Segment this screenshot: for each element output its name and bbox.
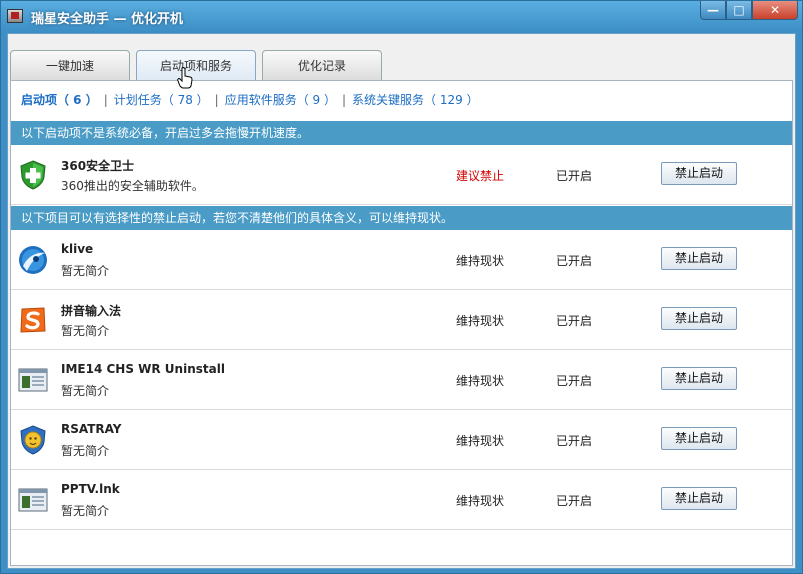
startup-row: IME14 CHS WR Uninstall 暂无简介 维持现状 已开启 禁止启… (11, 350, 792, 410)
item-description: 暂无简介 (61, 504, 110, 518)
item-name: 拼音输入法 (61, 304, 122, 318)
item-status: 已开启 (556, 254, 593, 268)
rising-lion-icon (20, 425, 46, 455)
minimize-button[interactable]: — (700, 1, 726, 20)
window-title: 瑞星安全助手 — 优化开机 (31, 12, 184, 27)
item-status: 已开启 (556, 374, 593, 388)
item-description: 360推出的安全辅助软件。 (61, 179, 204, 193)
app-window-icon (18, 368, 48, 392)
sogou-icon (20, 307, 46, 333)
startup-row: RSATRAY 暂无简介 维持现状 已开启 禁止启动 (11, 410, 792, 470)
item-status: 已开启 (556, 434, 593, 448)
maximize-button[interactable]: □ (726, 1, 752, 20)
item-advice: 维持现状 (456, 254, 505, 268)
startup-row: klive 暂无简介 维持现状 已开启 禁止启动 (11, 230, 792, 290)
app-window-icon (18, 488, 48, 512)
item-description: 暂无简介 (61, 264, 110, 278)
shield-plus-icon (20, 160, 46, 190)
item-status: 已开启 (556, 314, 593, 328)
tab-startup-services[interactable]: 启动项和服务 (136, 50, 256, 81)
disable-startup-button[interactable]: 禁止启动 (661, 162, 737, 185)
window-controls: — □ ✕ (700, 1, 798, 20)
startup-row: PPTV.lnk 暂无简介 维持现状 已开启 禁止启动 (11, 470, 792, 530)
disable-startup-button[interactable]: 禁止启动 (661, 487, 737, 510)
item-status: 已开启 (556, 494, 593, 508)
item-advice: 维持现状 (456, 434, 505, 448)
item-name: 360安全卫士 (61, 159, 135, 173)
subnav-separator: | (341, 92, 347, 107)
tab-bar: 一键加速 启动项和服务 优化记录 (10, 50, 382, 81)
klive-icon (19, 246, 47, 274)
subnav-separator: | (103, 92, 108, 107)
tab-one-click-speedup[interactable]: 一键加速 (10, 50, 130, 80)
startup-row: 360安全卫士 360推出的安全辅助软件。 建议禁止 已开启 禁止启动 (11, 145, 792, 205)
disable-startup-button[interactable]: 禁止启动 (661, 307, 737, 330)
title-bar[interactable]: 瑞星安全助手 — 优化开机 — □ ✕ (1, 1, 802, 33)
hand-cursor-icon (177, 67, 193, 89)
startup-row: 拼音输入法 暂无简介 维持现状 已开启 禁止启动 (11, 290, 792, 350)
item-status: 已开启 (556, 169, 593, 183)
tab-content: 启动项（ 6 ） | 计划任务（ 78 ） | 应用软件服务（ 9 ） | 系统… (10, 80, 793, 566)
subnav-scheduled-tasks[interactable]: 计划任务（ 78 ） (114, 91, 209, 108)
tab-optimize-history[interactable]: 优化记录 (262, 50, 382, 80)
disable-startup-button[interactable]: 禁止启动 (661, 247, 737, 270)
subnav-system-services[interactable]: 系统关键服务（ 129 ） (352, 91, 479, 108)
app-logo-icon (7, 9, 23, 23)
subnav-app-services[interactable]: 应用软件服务（ 9 ） (225, 91, 336, 108)
banner-unnecessary: 以下启动项不是系统必备，开启过多会拖慢开机速度。 (11, 121, 792, 145)
app-window: 瑞星安全助手 — 优化开机 — □ ✕ 一键加速 启动项和服务 优化记录 启动项… (0, 0, 803, 574)
item-name: RSATRAY (61, 422, 122, 436)
disable-startup-button[interactable]: 禁止启动 (661, 367, 737, 390)
item-advice: 建议禁止 (456, 169, 505, 183)
item-description: 暂无简介 (61, 444, 110, 458)
disable-startup-button[interactable]: 禁止启动 (661, 427, 737, 450)
item-description: 暂无简介 (61, 384, 110, 398)
subnav-separator: | (214, 92, 219, 107)
item-description: 暂无简介 (61, 324, 110, 338)
client-area: 一键加速 启动项和服务 优化记录 启动项（ 6 ） | 计划任务（ 78 ） |… (7, 33, 796, 569)
item-name: PPTV.lnk (61, 482, 120, 496)
item-advice: 维持现状 (456, 314, 505, 328)
sub-navigation: 启动项（ 6 ） | 计划任务（ 78 ） | 应用软件服务（ 9 ） | 系统… (21, 91, 479, 108)
subnav-startup-items[interactable]: 启动项（ 6 ） (21, 91, 98, 108)
item-name: IME14 CHS WR Uninstall (61, 362, 225, 376)
item-advice: 维持现状 (456, 494, 505, 508)
item-name: klive (61, 242, 94, 256)
item-advice: 维持现状 (456, 374, 505, 388)
close-button[interactable]: ✕ (752, 1, 798, 20)
banner-optional: 以下项目可以有选择性的禁止启动，若您不清楚他们的具体含义，可以维持现状。 (11, 206, 792, 230)
